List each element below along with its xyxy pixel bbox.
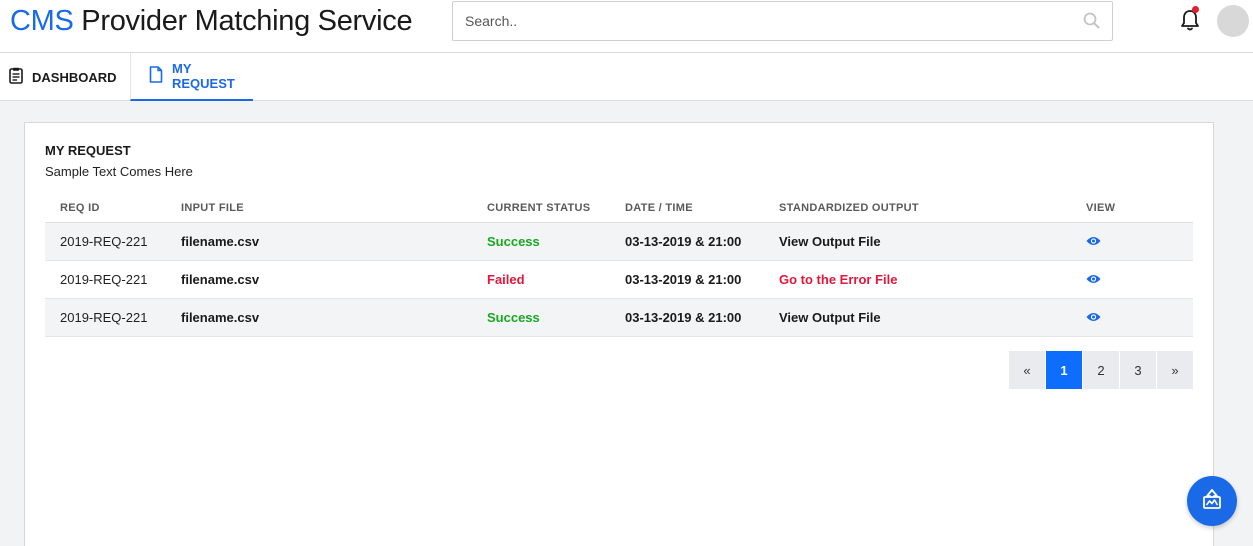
status-badge: Success <box>487 298 625 337</box>
column-header-req-id: REQ ID <box>45 194 181 223</box>
eye-icon[interactable] <box>1086 234 1101 249</box>
input-file-cell: filename.csv <box>181 298 487 337</box>
input-file-cell: filename.csv <box>181 260 487 299</box>
input-file-cell: filename.csv <box>181 222 487 261</box>
table-row: 2019-REQ-221 filename.csv Success 03-13-… <box>45 298 1193 337</box>
card-title: MY REQUEST <box>45 143 131 158</box>
pagination-next-button[interactable]: » <box>1157 351 1193 389</box>
column-header-status: CURRENT STATUS <box>487 194 625 223</box>
status-badge: Success <box>487 222 625 261</box>
table-row: 2019-REQ-221 filename.csv Failed 03-13-2… <box>45 260 1193 299</box>
logo-title: Provider Matching Service <box>73 5 413 37</box>
datetime-cell: 03-13-2019 & 21:00 <box>625 260 779 299</box>
view-output-link[interactable]: View Output File <box>779 298 1086 337</box>
pagination-page-1[interactable]: 1 <box>1046 351 1082 389</box>
notifications-button[interactable] <box>1179 6 1201 32</box>
my-request-card: MY REQUEST Sample Text Comes Here REQ ID… <box>24 122 1214 546</box>
tab-dashboard-label: DASHBOARD <box>32 69 117 85</box>
pagination-page-3[interactable]: 3 <box>1120 351 1156 389</box>
req-id-cell: 2019-REQ-221 <box>45 260 181 299</box>
logo-brand: CMS <box>10 5 74 37</box>
view-output-link[interactable]: View Output File <box>779 222 1086 261</box>
pagination-page-2[interactable]: 2 <box>1083 351 1119 389</box>
document-icon <box>149 66 163 86</box>
column-header-view: VIEW <box>1086 194 1193 223</box>
clipboard-icon <box>9 67 23 87</box>
table-row: 2019-REQ-221 filename.csv Success 03-13-… <box>45 222 1193 261</box>
datetime-cell: 03-13-2019 & 21:00 <box>625 298 779 337</box>
chart-upload-icon <box>1201 488 1223 515</box>
column-header-input-file: INPUT FILE <box>181 194 487 223</box>
status-badge: Failed <box>487 260 625 299</box>
requests-table: REQ ID INPUT FILE CURRENT STATUS DATE / … <box>45 194 1193 337</box>
pagination-prev-button[interactable]: « <box>1009 351 1045 389</box>
avatar[interactable] <box>1217 5 1249 37</box>
bell-icon <box>1179 10 1201 36</box>
req-id-cell: 2019-REQ-221 <box>45 298 181 337</box>
eye-icon[interactable] <box>1086 310 1101 325</box>
tab-my-request[interactable]: MY REQUEST <box>130 53 253 101</box>
column-header-datetime: DATE / TIME <box>625 194 779 223</box>
notification-badge-dot <box>1192 6 1199 13</box>
search-box <box>452 1 1113 41</box>
datetime-cell: 03-13-2019 & 21:00 <box>625 222 779 261</box>
pagination: « 1 2 3 » <box>1009 351 1193 389</box>
search-input[interactable] <box>453 2 1053 40</box>
app-logo[interactable]: CMS Provider Matching Service <box>10 3 413 39</box>
tab-dashboard[interactable]: DASHBOARD <box>9 53 117 101</box>
tab-my-request-label: MY REQUEST <box>172 61 235 91</box>
search-icon[interactable] <box>1083 12 1100 34</box>
eye-icon[interactable] <box>1086 272 1101 287</box>
floating-action-button[interactable] <box>1187 476 1237 526</box>
card-subtitle: Sample Text Comes Here <box>45 164 193 179</box>
error-file-link[interactable]: Go to the Error File <box>779 260 1086 299</box>
nav-tabs: DASHBOARD MY REQUEST <box>0 53 1253 101</box>
table-header-row: REQ ID INPUT FILE CURRENT STATUS DATE / … <box>45 194 1193 223</box>
req-id-cell: 2019-REQ-221 <box>45 222 181 261</box>
column-header-output: STANDARDIZED OUTPUT <box>779 194 1086 223</box>
top-header: CMS Provider Matching Service <box>0 0 1253 53</box>
